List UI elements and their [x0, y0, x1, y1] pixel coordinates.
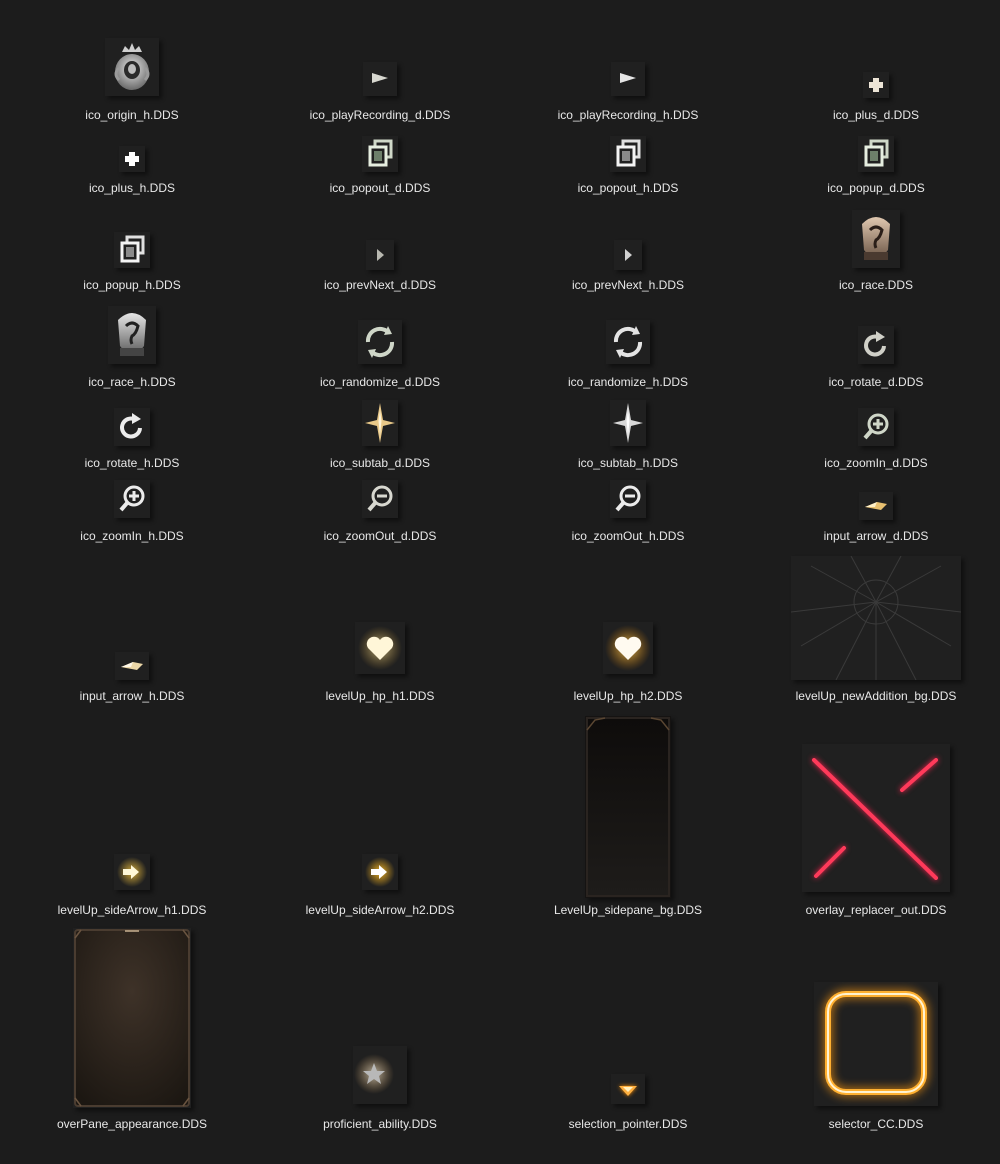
- file-label: selection_pointer.DDS: [568, 1117, 688, 1131]
- file-label: ico_zoomOut_h.DDS: [571, 529, 685, 543]
- file-label: levelUp_hp_h2.DDS: [573, 689, 683, 703]
- zoom-in-icon: [114, 480, 150, 518]
- zoom-in-icon: [858, 408, 894, 446]
- file-label: overPane_appearance.DDS: [56, 1117, 208, 1131]
- pane-background-image: [73, 928, 191, 1108]
- zoom-out-icon: [610, 480, 646, 518]
- file-label: ico_randomize_h.DDS: [567, 375, 689, 389]
- file-label: ico_prevNext_d.DDS: [323, 278, 437, 292]
- file-label: selector_CC.DDS: [828, 1117, 924, 1131]
- popup-icon: [114, 232, 150, 268]
- play-arrow-icon: [363, 62, 397, 96]
- file-label: ico_popout_h.DDS: [577, 181, 679, 195]
- star-icon: [353, 1046, 407, 1104]
- file-label: ico_rotate_d.DDS: [828, 375, 924, 389]
- file-label: ico_race_h.DDS: [88, 375, 176, 389]
- origin-icon: [105, 38, 159, 96]
- red-cross-lines-image: [802, 744, 950, 892]
- file-label: levelUp_hp_h1.DDS: [325, 689, 435, 703]
- plus-icon: [863, 72, 889, 98]
- zoom-out-icon: [362, 480, 398, 518]
- file-label: levelUp_sideArrow_h1.DDS: [57, 903, 207, 917]
- file-label: ico_popout_d.DDS: [329, 181, 431, 195]
- file-label: input_arrow_h.DDS: [79, 689, 185, 703]
- file-label: input_arrow_d.DDS: [823, 529, 929, 543]
- file-label: levelUp_sideArrow_h2.DDS: [305, 903, 455, 917]
- file-label: ico_race.DDS: [838, 278, 914, 292]
- file-label: proficient_ability.DDS: [323, 1117, 437, 1131]
- file-label: ico_playRecording_h.DDS: [557, 108, 699, 122]
- file-label: ico_subtab_h.DDS: [577, 456, 679, 470]
- file-label: ico_playRecording_d.DDS: [309, 108, 451, 122]
- popout-icon: [610, 136, 646, 172]
- file-label: ico_plus_d.DDS: [832, 108, 920, 122]
- play-arrow-icon: [611, 62, 645, 96]
- input-arrow-icon: [115, 652, 149, 680]
- sidepane-background-image: [585, 716, 671, 898]
- plus-icon: [119, 146, 145, 172]
- file-label: ico_zoomIn_h.DDS: [80, 529, 184, 543]
- file-label: ico_rotate_h.DDS: [84, 456, 180, 470]
- side-arrow-icon: [362, 854, 398, 890]
- file-label: ico_randomize_d.DDS: [319, 375, 441, 389]
- side-arrow-icon: [114, 854, 150, 890]
- radial-lines-image: [791, 556, 961, 680]
- file-label: LevelUp_sidepane_bg.DDS: [553, 903, 703, 917]
- rotate-icon: [114, 408, 150, 446]
- popup-icon: [858, 136, 894, 172]
- file-label: levelUp_newAddition_bg.DDS: [795, 689, 957, 703]
- input-arrow-icon: [859, 492, 893, 520]
- file-label: ico_zoomOut_d.DDS: [323, 529, 437, 543]
- heart-icon: [603, 622, 653, 674]
- triangle-down-icon: [611, 1074, 645, 1104]
- file-label: overlay_replacer_out.DDS: [805, 903, 947, 917]
- file-label: ico_zoomIn_d.DDS: [824, 456, 928, 470]
- heart-icon: [355, 622, 405, 674]
- file-label: ico_popup_h.DDS: [83, 278, 181, 292]
- file-label: ico_origin_h.DDS: [85, 108, 179, 122]
- file-label: ico_plus_h.DDS: [88, 181, 176, 195]
- file-label: ico_prevNext_h.DDS: [571, 278, 685, 292]
- star-sparkle-icon: [610, 400, 646, 446]
- file-label: ico_subtab_d.DDS: [329, 456, 431, 470]
- rotate-icon: [858, 326, 894, 364]
- race-mask-icon: [108, 306, 156, 364]
- chevron-right-icon: [614, 240, 642, 270]
- rounded-square-glow-icon: [814, 982, 938, 1106]
- popout-icon: [362, 136, 398, 172]
- race-mask-icon: [852, 210, 900, 268]
- file-label: ico_popup_d.DDS: [827, 181, 925, 195]
- star-sparkle-icon: [362, 400, 398, 446]
- randomize-icon: [606, 320, 650, 364]
- chevron-right-icon: [366, 240, 394, 270]
- randomize-icon: [358, 320, 402, 364]
